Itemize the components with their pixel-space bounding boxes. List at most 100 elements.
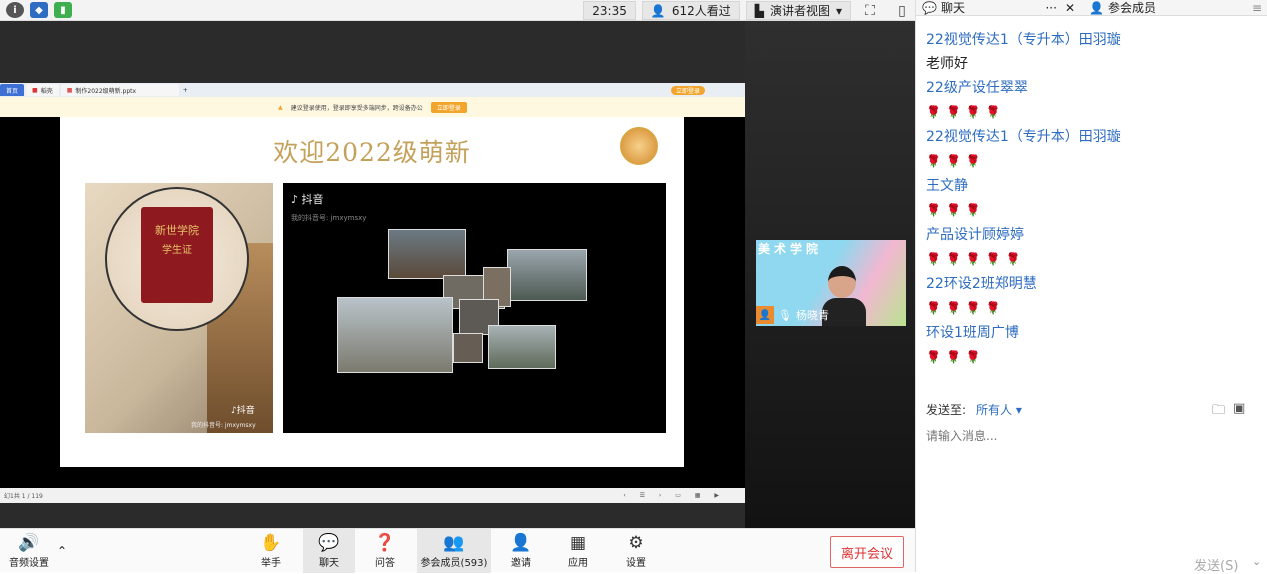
chat-message-input[interactable]: [926, 426, 1256, 446]
apps-label: 应用: [568, 557, 588, 569]
view-mode-dropdown[interactable]: ▙ 演讲者视图 ▾: [745, 1, 851, 20]
video-stage: › 首页 ■稻壳 ■制作2022级萌新.pptx + 立即登录 ▲ 建议登录使用…: [0, 21, 915, 528]
sidebar-toggle-icon[interactable]: ▯: [889, 1, 915, 20]
audio-settings-label: 音频设置: [9, 557, 49, 569]
chevron-down-icon[interactable]: ⌄: [1252, 555, 1261, 568]
message-sender[interactable]: 22环设2班郑明慧: [926, 272, 1256, 296]
folder-icon[interactable]: 🗀: [1212, 401, 1225, 423]
ppt-slide: 欢迎2022级萌新 新世学院 学生证 ♪抖音 我的抖音号: jmxymsxy ♪…: [60, 117, 684, 467]
chat-tools: 🗀 ▣: [1212, 401, 1245, 423]
speaker-name: 杨晓青: [795, 309, 829, 322]
warning-icon: ▲: [278, 103, 283, 111]
send-to-dropdown[interactable]: 所有人 ▾: [976, 401, 1022, 418]
participants-label: 参会成员(593): [420, 557, 488, 569]
speaker-head: [828, 266, 856, 298]
tab-pptx[interactable]: ■ 制作2022级萌新.pptx: [60, 84, 179, 96]
message-sender[interactable]: 22视觉传达1（专升本）田羽璇: [926, 28, 1256, 52]
signal-icon[interactable]: ▮: [54, 2, 72, 18]
layout-icon: ▙: [754, 3, 764, 18]
message-sender[interactable]: 环设1班周广博: [926, 321, 1256, 345]
douyin-watermark-text: 抖音: [236, 406, 255, 416]
page-indicator: 幻1共 1 / 119: [4, 493, 43, 500]
message-sender[interactable]: 22级产设任翠翠: [926, 76, 1256, 100]
question-icon: ❓: [374, 532, 396, 553]
speaker-banner: 美术学院: [758, 242, 823, 256]
message-sender[interactable]: 产品设计顾婷婷: [926, 223, 1256, 247]
douyin-icon: ♪: [291, 193, 299, 206]
douyin-watermark: ♪抖音: [231, 403, 255, 416]
tab-members[interactable]: 👤 参会成员: [1083, 0, 1252, 16]
chat-message-list: 22视觉传达1（专升本）田羽璇 老师好 22级产设任翠翠 🌹🌹🌹🌹 22视觉传达…: [926, 28, 1256, 370]
send-button[interactable]: 发送(S): [1194, 555, 1238, 574]
tab-chat[interactable]: 💬 聊天 ··· ✕: [916, 0, 1075, 16]
more-icon[interactable]: ···: [1045, 1, 1056, 15]
audio-expand-button[interactable]: ⌃: [54, 529, 70, 573]
campus-video: ♪ 抖音 我的抖音号: jmxymsxy: [283, 183, 666, 433]
slide-title: 欢迎2022级萌新: [273, 138, 471, 167]
tab-doc[interactable]: ■ 稻壳: [26, 84, 59, 96]
leave-meeting-button[interactable]: 离开会议: [830, 536, 904, 568]
speaker-video-tile[interactable]: 美术学院 👤 🎙 杨晓青: [756, 240, 906, 326]
hand-icon: ✋: [260, 532, 282, 553]
participants-button[interactable]: 👥 参会成员(593): [417, 529, 491, 573]
add-user-icon: 👤: [510, 532, 532, 553]
send-to-value: 所有人: [976, 403, 1013, 417]
message-sender[interactable]: 王文静: [926, 174, 1256, 198]
settings-button[interactable]: ⚙ 设置: [615, 529, 657, 573]
browser-tab-strip: 首页 ■ 稻壳 ■ 制作2022级萌新.pptx + 立即登录: [0, 83, 745, 97]
login-badge[interactable]: 立即登录: [670, 85, 705, 95]
message-emoji: 🌹🌹🌹🌹: [926, 105, 1006, 119]
ppt-view-controls[interactable]: ‹ ☰ › ▭ ▦ ▶: [623, 492, 725, 499]
add-tab-icon[interactable]: +: [183, 87, 188, 94]
apps-button[interactable]: ▦ 应用: [557, 529, 599, 573]
shared-screen: 首页 ■ 稻壳 ■ 制作2022级萌新.pptx + 立即登录 ▲ 建议登录使用，登…: [0, 83, 745, 506]
tab-pptx-label: 制作2022级萌新.pptx: [75, 87, 137, 95]
meeting-timer: 23:35: [583, 1, 636, 20]
info-icon[interactable]: i: [6, 2, 24, 18]
message-emoji: 🌹🌹🌹🌹🌹: [926, 252, 1026, 266]
douyin-label: 抖音: [301, 193, 324, 206]
apps-icon: ▦: [569, 532, 587, 553]
audio-settings-button[interactable]: 🔊 音频设置: [6, 529, 52, 573]
settings-label: 设置: [626, 557, 646, 569]
campus-photo-8: [453, 333, 483, 363]
speaker-name-bar: 👤 🎙 杨晓青: [756, 304, 906, 326]
campus-photo-7: [488, 325, 556, 369]
invite-button[interactable]: 👤 邀请: [500, 529, 542, 573]
screenshot-icon[interactable]: ▣: [1233, 401, 1245, 423]
book-title: 新世学院: [155, 224, 199, 237]
view-mode-label: 演讲者视图: [769, 4, 830, 18]
user-icon: 👤: [756, 306, 774, 324]
raise-hand-label: 举手: [261, 557, 281, 569]
message-sender[interactable]: 22视觉传达1（专升本）田羽璇: [926, 125, 1256, 149]
message-emoji: 🌹🌹🌹: [926, 203, 986, 217]
send-to-label: 发送至:: [926, 403, 967, 417]
student-card-photo: 新世学院 学生证 ♪抖音 我的抖音号: jmxymsxy: [85, 183, 273, 433]
fullscreen-icon[interactable]: ⛶: [857, 1, 883, 20]
raise-hand-button[interactable]: ✋ 举手: [250, 529, 292, 573]
chevron-up-icon: ⌃: [56, 544, 68, 558]
message-emoji: 🌹🌹🌹🌹: [926, 301, 1006, 315]
menu-icon[interactable]: ≡: [1252, 1, 1262, 15]
person-icon: 👤: [1089, 0, 1104, 15]
close-icon[interactable]: ✕: [1065, 1, 1075, 15]
chevron-down-icon: ▾: [835, 3, 842, 18]
caret-down-icon: ▾: [1015, 403, 1022, 417]
chat-panel: 💬 聊天 ··· ✕ 👤 参会成员 ≡ 22视觉传达1（专升本）田羽璇 老师好 …: [915, 0, 1267, 574]
viewers-counter[interactable]: 👤 612人看过: [641, 1, 740, 20]
invite-label: 邀请: [511, 557, 531, 569]
person-icon: 👤: [650, 3, 666, 18]
chat-icon: 💬: [318, 532, 340, 553]
ppt-status-bar: 幻1共 1 / 119 ‹ ☰ › ▭ ▦ ▶: [0, 488, 745, 503]
shield-icon[interactable]: ◆: [30, 2, 48, 18]
gear-icon: ⚙: [628, 532, 644, 553]
chat-button[interactable]: 💬 聊天: [303, 529, 355, 573]
warning-login-button[interactable]: 立即登录: [430, 101, 467, 113]
qa-button[interactable]: ❓ 问答: [364, 529, 406, 573]
school-logo-icon: [620, 127, 658, 165]
tab-home[interactable]: 首页: [0, 84, 25, 96]
bottom-toolbar: 🔊 音频设置 ⌃ ✋ 举手 💬 聊天 ❓ 问答 👥 参会成员(593) 👤 邀请…: [0, 528, 915, 573]
chat-label: 聊天: [319, 557, 339, 569]
people-icon: 👥: [443, 532, 465, 553]
tab-chat-label: 聊天: [940, 1, 965, 15]
